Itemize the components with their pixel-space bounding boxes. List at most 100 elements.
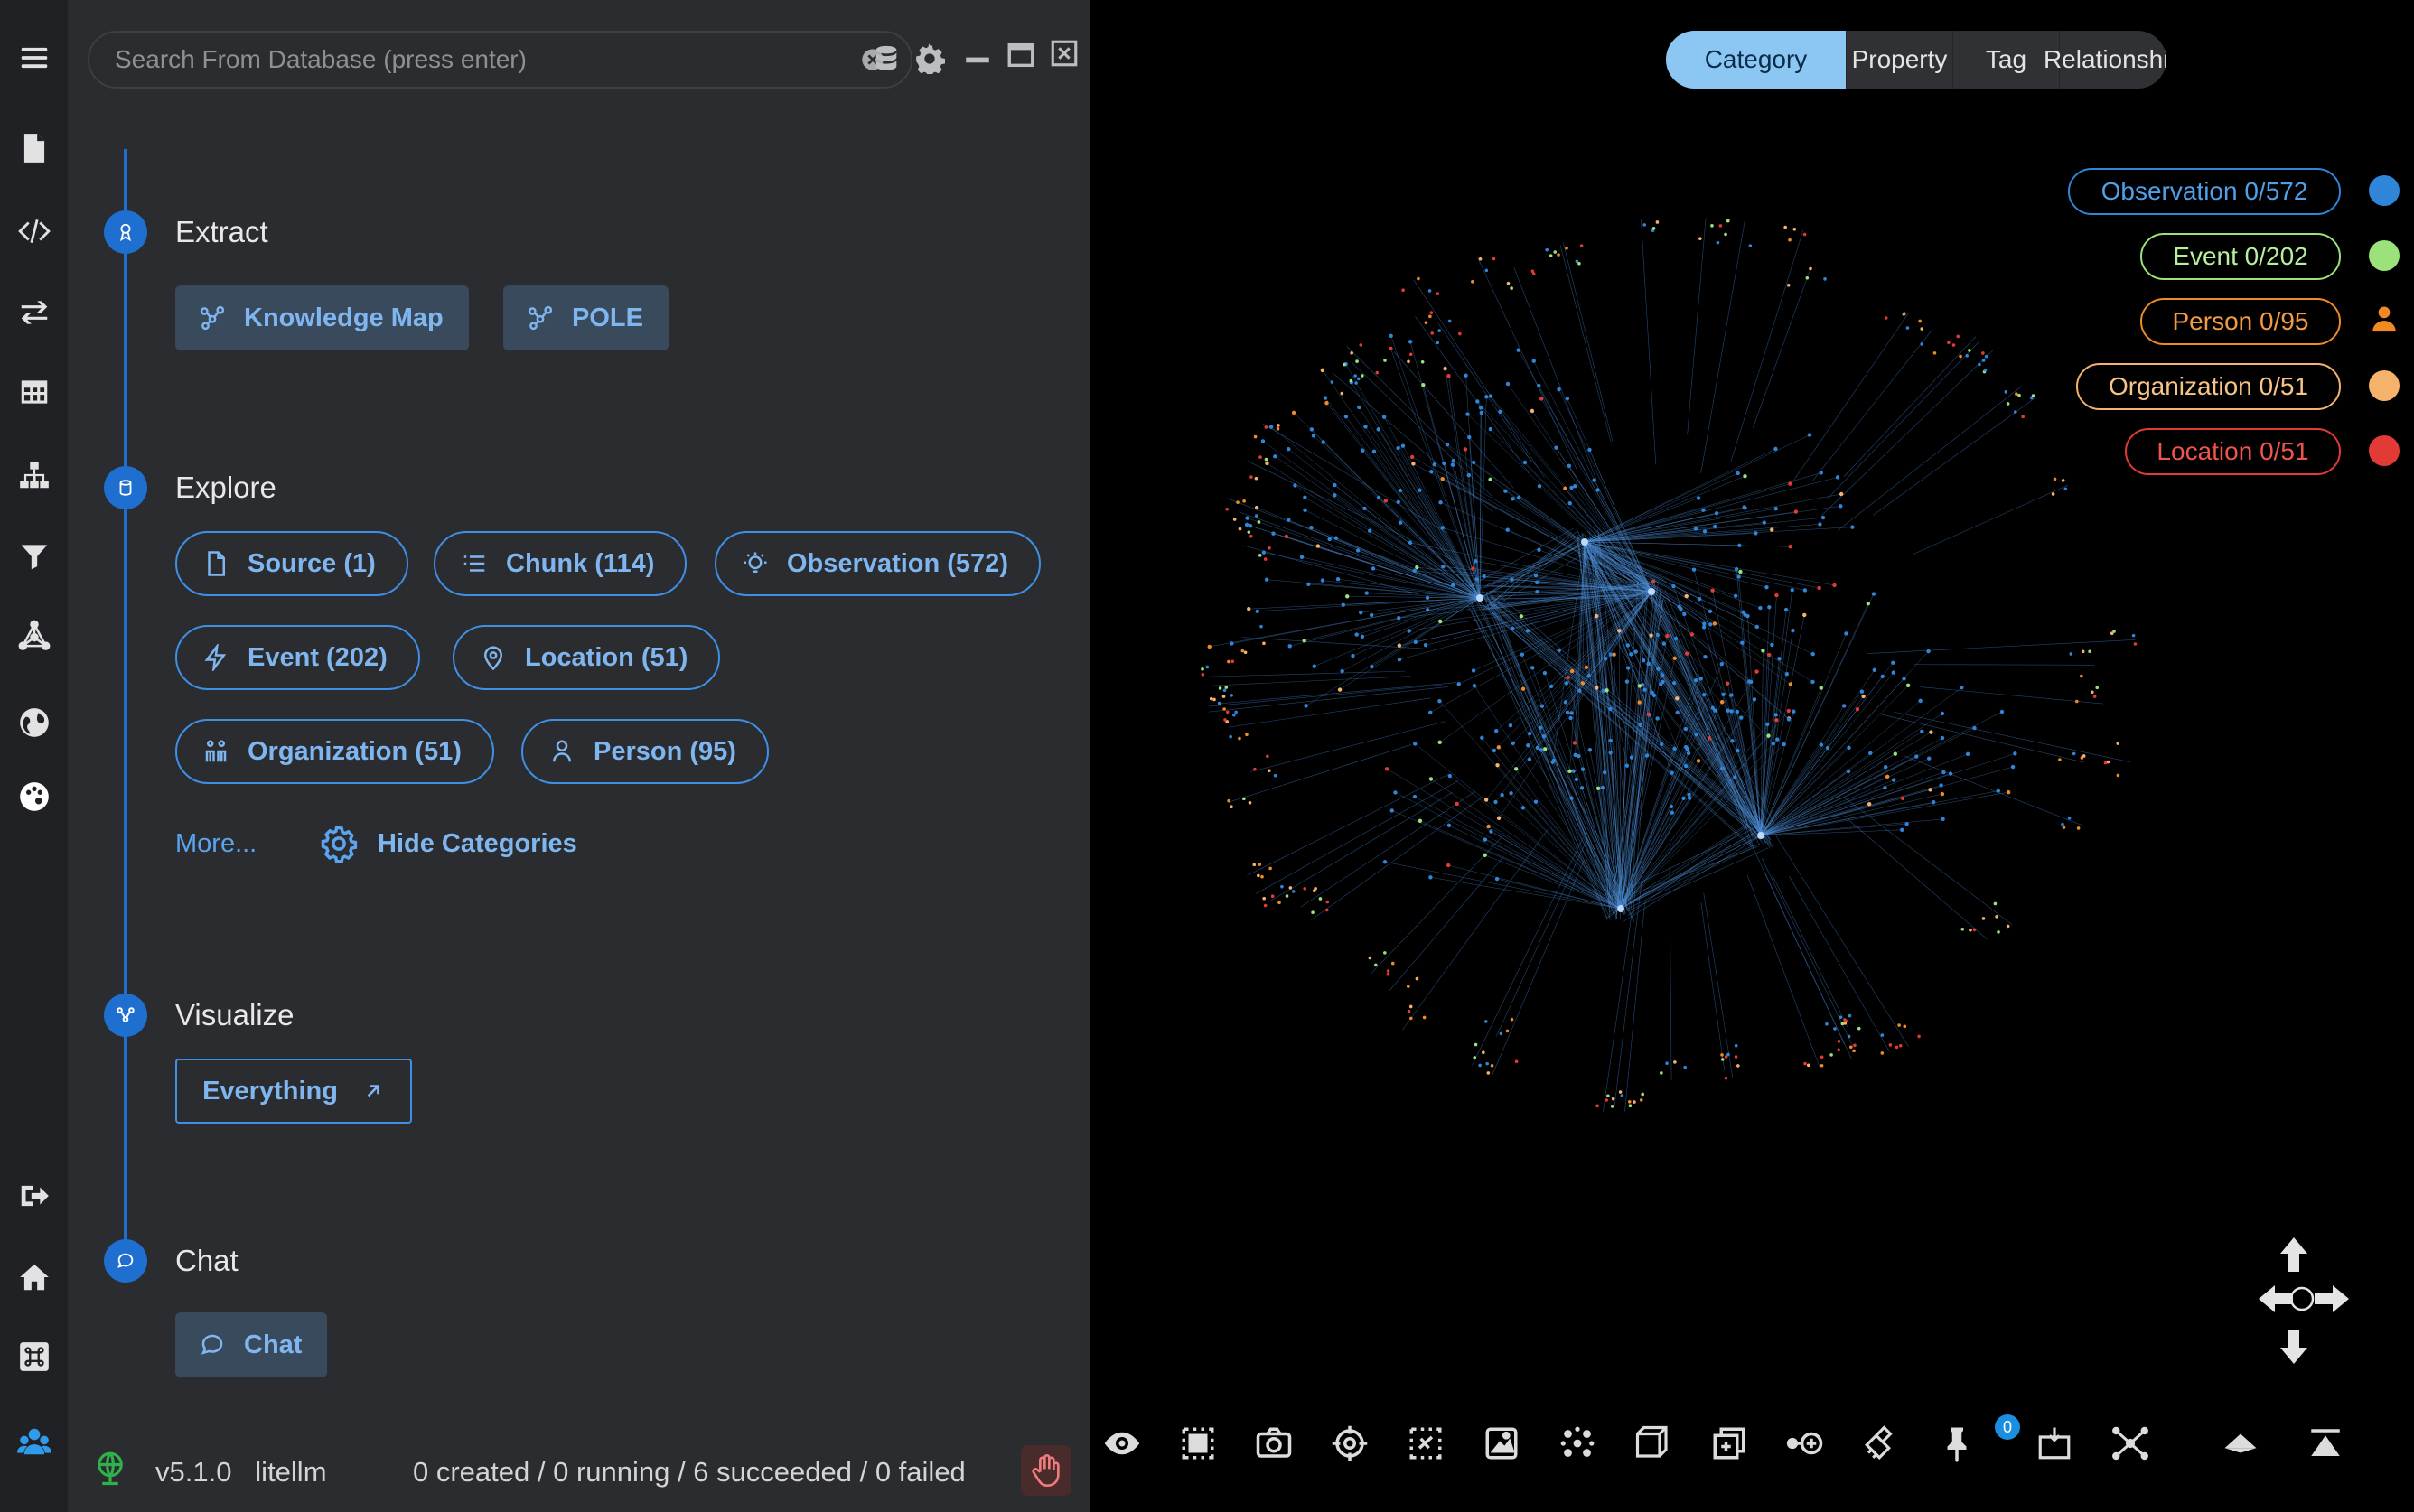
graph-canvas[interactable]: Category Property Tag Relationship Obser… — [1090, 0, 2414, 1512]
legend-person-icon — [2372, 306, 2396, 332]
chip-observation[interactable]: Observation (572) — [715, 531, 1041, 596]
more-link[interactable]: More... — [175, 829, 257, 859]
clear-brush-icon[interactable] — [1856, 1418, 1906, 1469]
knowledge-map-icon — [200, 305, 225, 331]
settings-gear-icon[interactable] — [909, 38, 950, 79]
extract-step-icon — [104, 210, 147, 254]
text-lines-icon — [463, 555, 485, 572]
add-node-icon[interactable] — [1780, 1418, 1830, 1469]
pin-count-badge: 0 — [1995, 1414, 2020, 1440]
chat-step-icon — [104, 1239, 147, 1283]
chat-button[interactable]: Chat — [175, 1312, 328, 1377]
pin-icon[interactable] — [1932, 1418, 1982, 1469]
eye-icon[interactable] — [1097, 1418, 1147, 1469]
tab-relationship[interactable]: Relationship — [2044, 31, 2166, 89]
search-box — [88, 31, 912, 89]
job-status: 0 created / 0 running / 6 succeeded / 0 … — [413, 1456, 966, 1488]
everything-button[interactable]: Everything — [175, 1059, 412, 1124]
palette-icon[interactable] — [0, 770, 68, 824]
add-layer-icon[interactable] — [1704, 1418, 1754, 1469]
icon-rail — [0, 0, 68, 1512]
search-input[interactable] — [115, 45, 860, 74]
chip-event-label: Event (202) — [248, 642, 388, 672]
expand-edges-icon[interactable] — [2105, 1418, 2156, 1469]
everything-label: Everything — [202, 1076, 338, 1106]
gear-icon — [321, 825, 358, 863]
chip-person[interactable]: Person (95) — [521, 719, 769, 784]
pan-right-icon[interactable] — [2313, 1283, 2351, 1315]
legend-location[interactable]: Location 0/51 — [2125, 428, 2341, 475]
legend-organization[interactable]: Organization 0/51 — [2076, 363, 2341, 410]
graph-edges — [1201, 218, 2136, 1113]
chip-source[interactable]: Source (1) — [175, 531, 408, 596]
camera-icon[interactable] — [1249, 1418, 1299, 1469]
select-all-icon[interactable] — [1173, 1418, 1223, 1469]
graph-icon[interactable] — [0, 609, 68, 663]
stop-hand-button[interactable] — [1021, 1445, 1071, 1496]
tab-property[interactable]: Property — [1847, 31, 1953, 89]
flatten-view-icon[interactable] — [2215, 1418, 2266, 1469]
chip-chunk[interactable]: Chunk (114) — [434, 531, 688, 596]
extract-title: Extract — [175, 215, 268, 248]
command-icon[interactable] — [0, 1330, 68, 1384]
knowledge-map-label: Knowledge Map — [244, 303, 444, 332]
file-outline-icon — [208, 551, 225, 576]
pole-button[interactable]: POLE — [503, 285, 669, 350]
legend-event[interactable]: Event 0/202 — [2140, 233, 2341, 280]
chat-button-label: Chat — [244, 1330, 303, 1359]
external-arrow-icon — [367, 1085, 379, 1097]
legend-organization-dot — [2369, 370, 2400, 401]
legend-person[interactable]: Person 0/95 — [2140, 298, 2341, 345]
filter-icon[interactable] — [0, 529, 68, 583]
top-view-icon[interactable] — [2300, 1418, 2351, 1469]
lightning-icon — [204, 644, 227, 671]
code-icon[interactable] — [0, 204, 68, 258]
hide-categories-button[interactable]: Hide Categories — [320, 825, 577, 863]
legend-observation-dot — [2369, 175, 2400, 206]
table-icon[interactable] — [0, 365, 68, 419]
export-frame-icon[interactable] — [2029, 1418, 2080, 1469]
cube-icon[interactable] — [1628, 1418, 1679, 1469]
cluster-icon[interactable] — [1552, 1418, 1603, 1469]
hand-icon — [1032, 1454, 1060, 1488]
tab-category[interactable]: Category — [1666, 31, 1847, 89]
users-icon[interactable] — [0, 1414, 68, 1469]
chip-person-label: Person (95) — [594, 736, 736, 766]
chat-bubble-icon — [201, 1334, 223, 1355]
logout-icon[interactable] — [0, 1169, 68, 1223]
organization-icon — [205, 740, 227, 762]
version-info: v5.1.0 litellm — [155, 1456, 327, 1489]
chip-organization-label: Organization (51) — [248, 736, 462, 766]
minimize-icon[interactable] — [957, 38, 998, 79]
person-icon — [553, 740, 571, 762]
pan-up-icon[interactable] — [2255, 1236, 2333, 1274]
crosshair-icon[interactable] — [1324, 1418, 1375, 1469]
model-label: litellm — [255, 1456, 327, 1488]
invert-selection-icon[interactable] — [1400, 1418, 1451, 1469]
network-graph[interactable] — [1090, 0, 2414, 1512]
pan-down-icon[interactable] — [2255, 1328, 2333, 1366]
transfer-icon[interactable] — [0, 285, 68, 340]
explore-step-icon — [104, 466, 147, 509]
globe-icon[interactable] — [0, 695, 68, 750]
chip-chunk-label: Chunk (114) — [506, 548, 655, 578]
legend-observation[interactable]: Observation 0/572 — [2068, 168, 2341, 215]
chip-event[interactable]: Event (202) — [175, 625, 420, 690]
lightbulb-icon — [744, 552, 767, 573]
knowledge-map-button[interactable]: Knowledge Map — [175, 285, 469, 350]
menu-icon[interactable] — [0, 31, 68, 85]
legend-location-dot — [2369, 435, 2400, 466]
close-window-icon[interactable] — [1043, 33, 1085, 74]
image-edit-icon[interactable] — [1476, 1418, 1527, 1469]
home-icon[interactable] — [0, 1250, 68, 1304]
chip-location[interactable]: Location (51) — [453, 625, 721, 690]
map-pin-icon — [483, 646, 503, 671]
maximize-icon[interactable] — [1000, 34, 1042, 76]
network-status-icon[interactable] — [91, 1449, 129, 1487]
chip-organization[interactable]: Organization (51) — [175, 719, 494, 784]
file-icon[interactable] — [0, 121, 68, 175]
sitemap-icon[interactable] — [0, 448, 68, 502]
pole-icon — [528, 305, 553, 331]
database-icon[interactable] — [865, 38, 907, 79]
center-view-icon[interactable] — [2288, 1284, 2316, 1313]
